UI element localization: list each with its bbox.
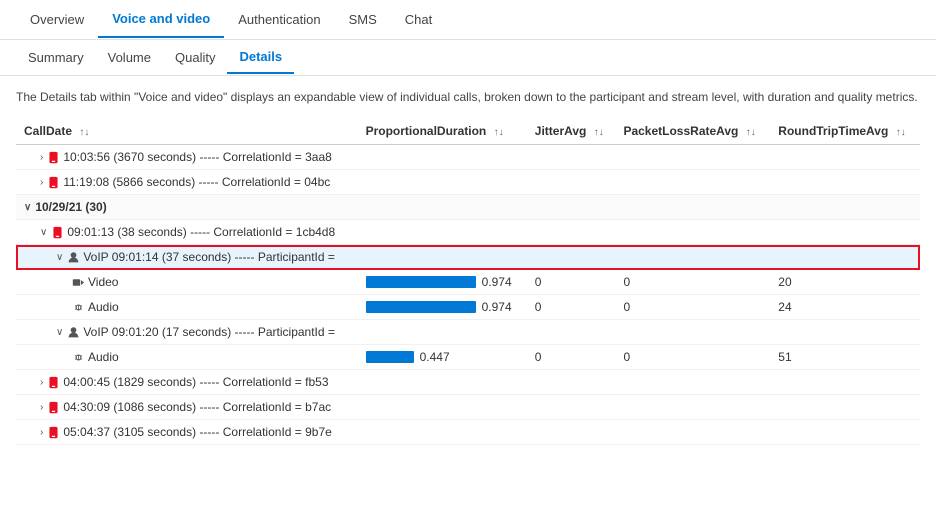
table-row-date: ∨ 10/29/21 (30) xyxy=(16,195,920,220)
table-row: › 04:30:09 (1086 seconds) ----- Correlat… xyxy=(16,395,920,420)
bar-cell: 0.974 xyxy=(358,295,527,320)
top-nav: Overview Voice and video Authentication … xyxy=(0,0,936,40)
rtt-val: 24 xyxy=(770,295,920,320)
phone-icon xyxy=(47,176,60,189)
table-header-row: CallDate ↑↓ ProportionalDuration ↑↓ Jitt… xyxy=(16,118,920,145)
phone-icon xyxy=(47,426,60,439)
jitter-cell xyxy=(527,145,616,170)
subnav-quality[interactable]: Quality xyxy=(163,42,227,73)
expand-icon[interactable]: ∨ xyxy=(24,202,31,213)
subnav-volume[interactable]: Volume xyxy=(96,42,163,73)
table-row: › 05:04:37 (3105 seconds) ----- Correlat… xyxy=(16,420,920,445)
video-icon xyxy=(72,276,85,289)
description-text: The Details tab within "Voice and video"… xyxy=(0,76,936,118)
table-row-voip-selected: ∨ VoIP 09:01:14 (37 seconds) ----- Parti… xyxy=(16,245,920,270)
sort-icon-rtt: ↑↓ xyxy=(896,127,906,138)
packetloss-val: 0 xyxy=(615,270,770,295)
sort-icon-calldate: ↑↓ xyxy=(79,127,89,138)
duration-bar xyxy=(366,351,414,363)
nav-authentication[interactable]: Authentication xyxy=(224,2,334,37)
subnav-details[interactable]: Details xyxy=(227,41,294,74)
rtt-val: 51 xyxy=(770,345,920,370)
jitter-val: 0 xyxy=(527,345,616,370)
expand-icon[interactable]: › xyxy=(40,152,43,163)
expand-icon[interactable]: › xyxy=(40,402,43,413)
jitter-val: 0 xyxy=(527,270,616,295)
stream-label-cell: Audio xyxy=(16,295,358,320)
phone-icon xyxy=(51,226,64,239)
sort-icon-jitter: ↑↓ xyxy=(594,127,604,138)
table-row: › 04:00:45 (1829 seconds) ----- Correlat… xyxy=(16,370,920,395)
date-group-cell: ∨ 10/29/21 (30) xyxy=(16,195,358,220)
audio-icon xyxy=(72,301,85,314)
calldate-cell: › 10:03:56 (3670 seconds) ----- Correlat… xyxy=(16,145,358,170)
calldate-cell: ∨ 09:01:13 (38 seconds) ----- Correlatio… xyxy=(16,220,358,245)
phone-icon xyxy=(47,401,60,414)
stream-label-cell: Video xyxy=(16,270,358,295)
table-row: ∨ 09:01:13 (38 seconds) ----- Correlatio… xyxy=(16,220,920,245)
voip2-cell: ∨ VoIP 09:01:20 (17 seconds) ----- Parti… xyxy=(16,320,358,345)
col-packetloss[interactable]: PacketLossRateAvg ↑↓ xyxy=(615,118,770,145)
table-row-audio: Audio 0.974 0 0 24 xyxy=(16,295,920,320)
table-row: › 11:19:08 (5866 seconds) ----- Correlat… xyxy=(16,170,920,195)
phone-icon xyxy=(47,376,60,389)
table-row: › 10:03:56 (3670 seconds) ----- Correlat… xyxy=(16,145,920,170)
phone-icon xyxy=(47,151,60,164)
stream-label-cell: Audio xyxy=(16,345,358,370)
calldate-cell: › 11:19:08 (5866 seconds) ----- Correlat… xyxy=(16,170,358,195)
expand-icon[interactable]: ∨ xyxy=(56,327,63,338)
table-row-video: Video 0.974 0 0 20 xyxy=(16,270,920,295)
col-jitteravg[interactable]: JitterAvg ↑↓ xyxy=(527,118,616,145)
calldate-cell: › 04:00:45 (1829 seconds) ----- Correlat… xyxy=(16,370,358,395)
table-row-voip2: ∨ VoIP 09:01:20 (17 seconds) ----- Parti… xyxy=(16,320,920,345)
col-proportionalduration[interactable]: ProportionalDuration ↑↓ xyxy=(358,118,527,145)
expand-icon[interactable]: › xyxy=(40,427,43,438)
nav-chat[interactable]: Chat xyxy=(391,2,446,37)
packetloss-cell xyxy=(615,145,770,170)
jitter-val: 0 xyxy=(527,295,616,320)
details-table: CallDate ↑↓ ProportionalDuration ↑↓ Jitt… xyxy=(16,118,920,445)
duration-cell xyxy=(358,145,527,170)
bar-cell: 0.447 xyxy=(358,345,527,370)
audio-icon xyxy=(72,351,85,364)
duration-bar xyxy=(366,301,476,313)
col-calldate[interactable]: CallDate ↑↓ xyxy=(16,118,358,145)
user-icon xyxy=(67,251,80,264)
packetloss-val: 0 xyxy=(615,295,770,320)
calldate-cell: › 05:04:37 (3105 seconds) ----- Correlat… xyxy=(16,420,358,445)
nav-overview[interactable]: Overview xyxy=(16,2,98,37)
bar-cell: 0.974 xyxy=(358,270,527,295)
nav-sms[interactable]: SMS xyxy=(335,2,391,37)
table-row-audio2: Audio 0.447 0 0 51 xyxy=(16,345,920,370)
voip-cell: ∨ VoIP 09:01:14 (37 seconds) ----- Parti… xyxy=(16,245,358,270)
nav-voice-video[interactable]: Voice and video xyxy=(98,1,224,38)
rtt-val: 20 xyxy=(770,270,920,295)
rtt-cell xyxy=(770,145,920,170)
expand-icon[interactable]: › xyxy=(40,377,43,388)
expand-icon[interactable]: ∨ xyxy=(40,227,47,238)
calldate-cell: › 04:30:09 (1086 seconds) ----- Correlat… xyxy=(16,395,358,420)
subnav-summary[interactable]: Summary xyxy=(16,42,96,73)
expand-icon[interactable]: ∨ xyxy=(56,252,63,263)
table-container: CallDate ↑↓ ProportionalDuration ↑↓ Jitt… xyxy=(0,118,936,445)
sub-nav: Summary Volume Quality Details xyxy=(0,40,936,76)
packetloss-val: 0 xyxy=(615,345,770,370)
expand-icon[interactable]: › xyxy=(40,177,43,188)
sort-icon-packetloss: ↑↓ xyxy=(746,127,756,138)
sort-icon-duration: ↑↓ xyxy=(494,127,504,138)
user-icon xyxy=(67,326,80,339)
col-rtt[interactable]: RoundTripTimeAvg ↑↓ xyxy=(770,118,920,145)
duration-bar xyxy=(366,276,476,288)
